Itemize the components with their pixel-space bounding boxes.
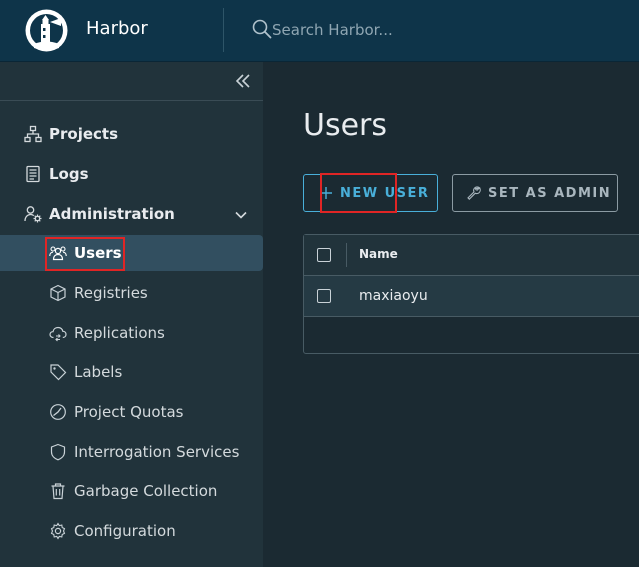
sidebar-item-label: Logs <box>49 165 89 183</box>
sidebar-item-label: Registries <box>74 284 148 302</box>
sidebar-item-label: Garbage Collection <box>74 482 218 500</box>
sidebar-item-label: Labels <box>74 363 123 381</box>
garbage-collection-icon <box>51 483 65 500</box>
sidebar-item-garbage-collection[interactable]: Garbage Collection <box>0 473 263 509</box>
datagrid-header: Name <box>304 235 639 276</box>
sidebar-item-label: Administration <box>49 205 175 223</box>
sidebar-item-configuration[interactable]: Configuration <box>0 513 263 549</box>
collapse-sidebar-icon[interactable] <box>232 70 254 92</box>
search-input[interactable] <box>272 17 572 43</box>
page-title: Users <box>303 108 388 143</box>
search-icon[interactable] <box>252 19 272 39</box>
set-as-admin-button[interactable]: SET AS ADMIN <box>452 174 618 212</box>
select-all-checkbox[interactable] <box>317 248 331 262</box>
header-divider <box>223 8 224 52</box>
app-title[interactable]: Harbor <box>86 18 148 39</box>
configuration-icon <box>50 522 66 540</box>
sidebar-divider <box>0 100 263 101</box>
app-header: Harbor <box>0 0 639 62</box>
new-user-label: NEW USER <box>340 186 430 201</box>
users-icon <box>49 246 67 261</box>
set-as-admin-label: SET AS ADMIN <box>488 186 612 201</box>
sidebar-item-registries[interactable]: Registries <box>0 275 263 311</box>
sidebar-item-interrogation-services[interactable]: Interrogation Services <box>0 434 263 470</box>
sidebar: Projects Logs Administration Users Regis… <box>0 62 263 567</box>
table-row[interactable]: maxiaoyu <box>304 276 639 317</box>
registries-icon <box>50 284 66 302</box>
sidebar-item-label: Configuration <box>74 522 176 540</box>
sidebar-item-label: Replications <box>74 324 165 342</box>
sidebar-item-label: Projects <box>49 125 119 143</box>
sidebar-item-label: Users <box>74 244 122 262</box>
sidebar-item-administration[interactable]: Administration <box>0 196 263 232</box>
chevron-down-icon[interactable] <box>234 208 248 222</box>
wrench-icon <box>467 186 481 200</box>
sidebar-item-logs[interactable]: Logs <box>0 156 263 192</box>
interrogation-services-icon <box>50 443 66 461</box>
column-header-name[interactable]: Name <box>359 247 398 261</box>
main-content: Users NEW USER SET AS ADMIN Name maxiaoy… <box>263 62 639 567</box>
users-datagrid: Name maxiaoyu <box>303 234 639 354</box>
projects-icon <box>24 125 42 143</box>
plus-icon <box>320 187 332 199</box>
harbor-logo-icon[interactable] <box>24 8 69 53</box>
row-checkbox[interactable] <box>317 289 331 303</box>
administration-icon <box>24 206 42 223</box>
sidebar-item-projects[interactable]: Projects <box>0 116 263 152</box>
project-quotas-icon <box>50 404 66 420</box>
logs-icon <box>26 165 40 183</box>
new-user-button[interactable]: NEW USER <box>303 174 438 212</box>
user-name-cell: maxiaoyu <box>359 288 428 304</box>
labels-icon <box>50 364 67 381</box>
column-separator[interactable] <box>346 243 347 267</box>
sidebar-item-users[interactable]: Users <box>0 235 263 271</box>
sidebar-item-labels[interactable]: Labels <box>0 354 263 390</box>
replications-icon <box>49 326 67 342</box>
sidebar-item-replications[interactable]: Replications <box>0 315 263 351</box>
sidebar-item-project-quotas[interactable]: Project Quotas <box>0 394 263 430</box>
sidebar-item-label: Project Quotas <box>74 403 184 421</box>
sidebar-item-label: Interrogation Services <box>74 443 240 461</box>
